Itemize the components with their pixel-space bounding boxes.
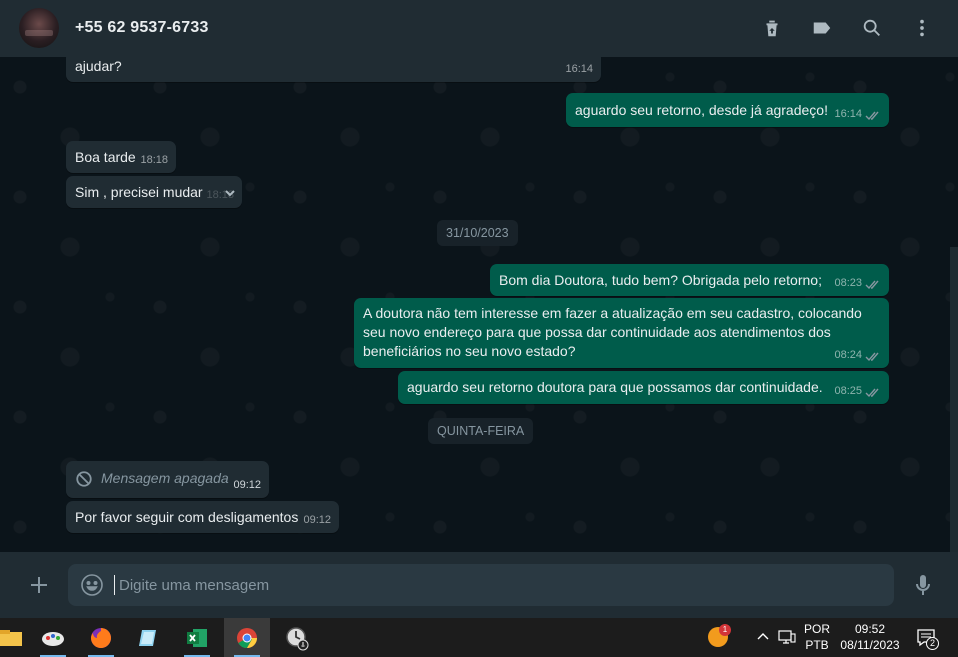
blocked-icon <box>76 470 92 487</box>
message-text: Mensagem apagada <box>101 470 229 486</box>
date-separator: 31/10/2023 <box>437 220 518 246</box>
message-meta: 08:25 <box>834 382 881 401</box>
menu-icon[interactable] <box>910 16 934 40</box>
notification-count: 2 <box>926 637 939 650</box>
chrome-icon[interactable] <box>224 618 270 657</box>
message-text: Por favor seguir com desligamentos <box>75 509 299 525</box>
message-composer <box>0 552 958 618</box>
attach-plus-icon[interactable] <box>28 574 50 596</box>
message-text: Boa tarde <box>75 149 136 165</box>
contact-avatar[interactable] <box>19 8 59 48</box>
emoji-icon[interactable] <box>80 573 104 597</box>
read-ticks-icon <box>865 350 881 362</box>
message-input-box[interactable] <box>68 564 894 606</box>
message-incoming[interactable]: Sim , precisei mudar 18:18 <box>66 176 242 208</box>
message-outgoing[interactable]: Bom dia Doutora, tudo bem? Obrigada pelo… <box>490 264 889 296</box>
message-time: 09:12 <box>303 514 331 526</box>
message-meta: 08:23 <box>834 274 881 293</box>
scrollbar[interactable] <box>950 247 958 552</box>
message-meta: 16:14 <box>834 105 881 124</box>
message-incoming[interactable]: Por favor seguir com desligamentos 09:12 <box>66 501 339 533</box>
label-icon[interactable] <box>810 16 834 40</box>
message-text: aguardo seu retorno doutora para que pos… <box>407 379 823 395</box>
message-text: ajudar? <box>75 58 122 74</box>
message-meta: 08:24 <box>834 346 881 365</box>
message-time: 18:18 <box>140 154 168 166</box>
system-clock[interactable]: 09:52 08/11/2023 <box>836 621 904 653</box>
message-time: 08:23 <box>834 277 862 289</box>
language-bottom: PTB <box>805 638 829 652</box>
clock-date: 08/11/2023 <box>840 638 900 652</box>
message-incoming[interactable]: Boa tarde 18:18 <box>66 141 176 173</box>
chevron-up-icon[interactable] <box>756 630 770 644</box>
message-deleted[interactable]: Mensagem apagada 09:12 <box>66 461 269 498</box>
message-input[interactable] <box>114 575 884 595</box>
read-ticks-icon <box>865 109 881 121</box>
windows-taskbar: 1 POR PTB 09:52 08/11/2023 2 <box>0 618 958 657</box>
clock-time: 09:52 <box>854 622 886 636</box>
message-text: Bom dia Doutora, tudo bem? Obrigada pelo… <box>499 272 822 288</box>
message-time: 08:24 <box>834 349 862 361</box>
message-time: 09:12 <box>233 479 261 491</box>
date-separator: QUINTA-FEIRA <box>428 418 534 444</box>
file-explorer-icon[interactable] <box>0 618 34 657</box>
message-outgoing[interactable]: aguardo seu retorno, desde já agradeço! … <box>566 93 889 127</box>
message-outgoing[interactable]: aguardo seu retorno doutora para que pos… <box>398 371 889 404</box>
paint-icon[interactable] <box>30 618 76 657</box>
chevron-down-icon[interactable] <box>224 185 236 197</box>
read-ticks-icon <box>865 278 881 290</box>
read-ticks-icon <box>865 386 881 398</box>
message-time: 08:25 <box>834 385 862 397</box>
microphone-icon[interactable] <box>911 573 935 597</box>
message-incoming[interactable]: ajudar? 16:14 <box>66 57 601 82</box>
message-time: 16:14 <box>834 108 862 120</box>
language-indicator[interactable]: POR PTB <box>800 621 834 653</box>
excel-icon[interactable] <box>174 618 220 657</box>
archive-icon[interactable] <box>760 16 784 40</box>
notes-icon[interactable] <box>126 618 172 657</box>
firefox-icon[interactable] <box>78 618 124 657</box>
contact-name[interactable]: +55 62 9537-6733 <box>75 19 209 37</box>
search-icon[interactable] <box>860 16 884 40</box>
language-top: POR <box>803 622 830 636</box>
clock-app-icon[interactable] <box>274 618 320 657</box>
network-icon[interactable] <box>778 629 796 645</box>
message-text: aguardo seu retorno, desde já agradeço! <box>575 102 828 118</box>
notification-center-icon[interactable]: 2 <box>916 628 939 650</box>
conversation-panel[interactable]: ajudar? 16:14 aguardo seu retorno, desde… <box>0 57 958 552</box>
chat-header: +55 62 9537-6733 <box>0 0 958 57</box>
message-text: A doutora não tem interesse em fazer a a… <box>363 305 866 359</box>
message-text: Sim , precisei mudar <box>75 184 203 200</box>
message-outgoing[interactable]: A doutora não tem interesse em fazer a a… <box>354 298 889 368</box>
message-time: 16:14 <box>565 63 593 75</box>
tray-badge: 1 <box>719 624 731 636</box>
